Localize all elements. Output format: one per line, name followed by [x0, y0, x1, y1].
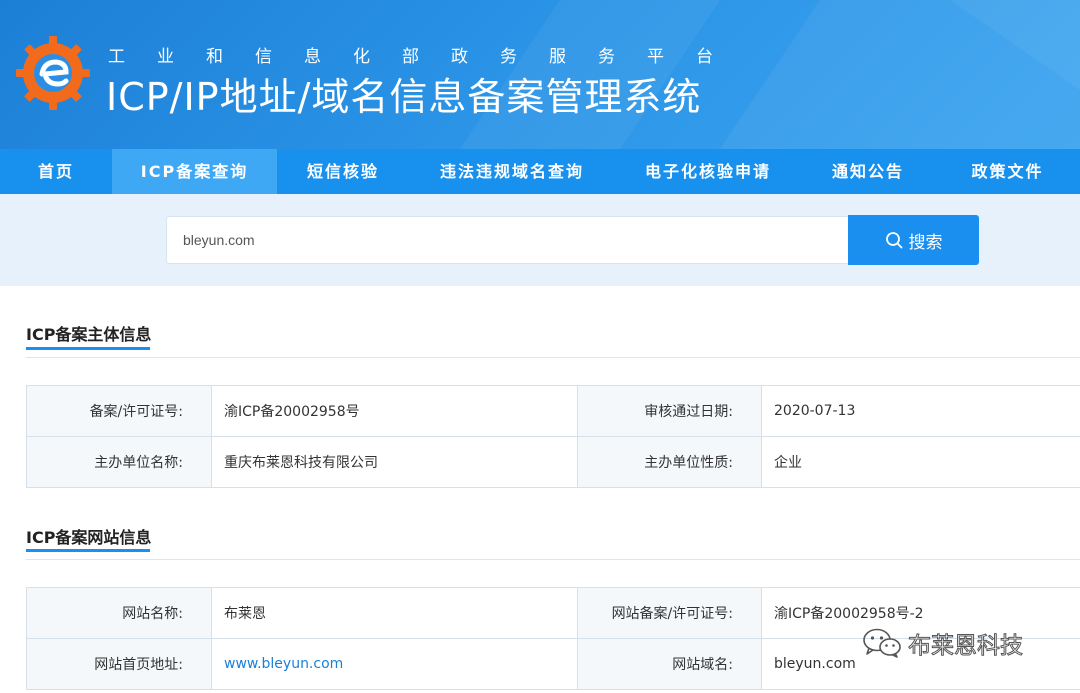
nav-item-illegal-domain-query[interactable]: 违法违规域名查询: [409, 149, 615, 194]
homepage-url-cell: www.bleyun.com: [211, 638, 578, 690]
website-section-underline: [26, 549, 150, 552]
subject-section-title: ICP备案主体信息: [26, 325, 152, 344]
ministry-subtitle: 工业和信息化部政务服务平台: [108, 47, 745, 67]
organizer-name-label: 主办单位名称:: [26, 436, 212, 488]
nav-item-home[interactable]: 首页: [0, 149, 112, 194]
website-domain-label: 网站域名:: [577, 638, 762, 690]
subject-info-table: 备案/许可证号: 渝ICP备20002958号 审核通过日期: 2020-07-…: [26, 385, 1080, 488]
search-area: 搜索: [0, 194, 1080, 286]
approval-date-label: 审核通过日期:: [577, 385, 762, 437]
ministry-logo-icon: [16, 36, 90, 110]
subject-section-divider: [26, 357, 1080, 358]
subject-section-underline: [26, 347, 150, 350]
website-license-label: 网站备案/许可证号:: [577, 587, 762, 639]
homepage-url-label: 网站首页地址:: [26, 638, 212, 690]
organizer-name-value: 重庆布莱恩科技有限公司: [211, 436, 578, 488]
organizer-type-label: 主办单位性质:: [577, 436, 762, 488]
nav-item-notices[interactable]: 通知公告: [801, 149, 935, 194]
table-row: 备案/许可证号: 渝ICP备20002958号 审核通过日期: 2020-07-…: [26, 385, 1080, 437]
search-input[interactable]: [166, 216, 848, 264]
homepage-url-link[interactable]: www.bleyun.com: [224, 656, 343, 672]
license-number-label: 备案/许可证号:: [26, 385, 212, 437]
approval-date-value: 2020-07-13: [761, 385, 1080, 437]
website-section-divider: [26, 559, 1080, 560]
main-nav: 首页 ICP备案查询 短信核验 违法违规域名查询 电子化核验申请 通知公告 政策…: [0, 149, 1080, 194]
system-title: ICP/IP地址/域名信息备案管理系统: [106, 75, 702, 119]
organizer-type-value: 企业: [761, 436, 1080, 488]
watermark: 布莱恩科技: [862, 626, 1024, 660]
nav-item-icp-query[interactable]: ICP备案查询: [112, 149, 277, 194]
search-button[interactable]: 搜索: [848, 215, 979, 265]
license-number-value: 渝ICP备20002958号: [211, 385, 578, 437]
table-row: 主办单位名称: 重庆布莱恩科技有限公司 主办单位性质: 企业: [26, 436, 1080, 488]
watermark-text: 布莱恩科技: [908, 633, 1024, 660]
search-button-label: 搜索: [908, 232, 943, 253]
website-name-label: 网站名称:: [26, 587, 212, 639]
website-name-value: 布莱恩: [211, 587, 578, 639]
website-section-title: ICP备案网站信息: [26, 528, 152, 547]
wechat-icon: [863, 628, 901, 658]
nav-item-policy-docs[interactable]: 政策文件: [935, 149, 1080, 194]
search-icon: [885, 232, 902, 249]
nav-item-e-verify-apply[interactable]: 电子化核验申请: [615, 149, 801, 194]
site-header: 工业和信息化部政务服务平台 ICP/IP地址/域名信息备案管理系统: [0, 0, 1080, 149]
nav-item-sms-verify[interactable]: 短信核验: [277, 149, 409, 194]
